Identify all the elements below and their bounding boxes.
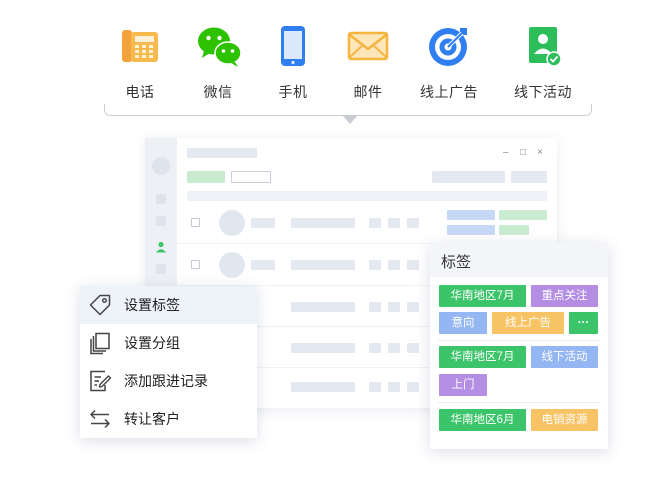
cell-tag-placeholder [447, 210, 495, 220]
tag-chip[interactable]: 意向 [439, 312, 487, 334]
menu-item-transfer-customer[interactable]: 转让客户 [80, 400, 257, 438]
toolbar-green-button[interactable] [187, 171, 225, 183]
sidebar-item[interactable] [156, 216, 166, 226]
cell-placeholder [388, 260, 400, 270]
channel-label: 线上广告 [420, 84, 478, 100]
context-menu: 设置标签 设置分组 添加跟进记录 转让客户 [80, 286, 257, 438]
sidebar-avatar[interactable] [152, 157, 170, 175]
tag-chip[interactable]: 华南地区6月 [439, 409, 526, 431]
close-button[interactable]: × [537, 147, 543, 158]
menu-item-set-group[interactable]: 设置分组 [80, 324, 257, 362]
cell-placeholder [291, 382, 355, 392]
cell-placeholder [388, 218, 400, 228]
cell-placeholder [369, 382, 381, 392]
channel-phone[interactable]: 电话 [95, 24, 185, 102]
cell-placeholder [407, 260, 419, 270]
tag-icon [88, 293, 112, 317]
tag-group-divider [438, 340, 600, 341]
stack-icon [88, 331, 112, 355]
channel-bracket-pointer [342, 115, 358, 124]
transfer-arrows-icon [88, 407, 112, 431]
cell-placeholder [388, 382, 400, 392]
cell-tag-placeholder [499, 225, 529, 235]
cell-placeholder [291, 260, 355, 270]
channel-row: 电话 微信 手机 邮件 线上广告 线下活动 [0, 0, 671, 124]
cell-placeholder [291, 343, 355, 353]
row-avatar [219, 210, 245, 236]
cell-placeholder [369, 343, 381, 353]
tags-panel-title: 标签 [441, 254, 472, 271]
cell-placeholder [407, 382, 419, 392]
cell-placeholder [388, 302, 400, 312]
sidebar-item[interactable] [156, 194, 166, 204]
cell-placeholder [407, 343, 419, 353]
toolbar-placeholder [511, 171, 547, 183]
sidebar-item[interactable] [156, 264, 166, 274]
toolbar-placeholder [432, 171, 505, 183]
cell-placeholder [388, 343, 400, 353]
window-title-placeholder [187, 148, 257, 158]
table-header [187, 191, 547, 201]
cell-placeholder [291, 302, 355, 312]
cell-placeholder [291, 218, 355, 228]
channel-offline-event[interactable]: 线下活动 [498, 24, 588, 102]
tag-chip[interactable]: 线上广告 [492, 312, 564, 334]
tag-group-divider [438, 402, 600, 403]
row-checkbox[interactable] [191, 218, 200, 227]
target-icon [427, 24, 471, 68]
contact-card-icon [521, 24, 565, 68]
channel-online-ads[interactable]: 线上广告 [404, 24, 494, 102]
toolbar-input[interactable] [231, 171, 271, 183]
menu-item-set-tag[interactable]: 设置标签 [80, 286, 257, 324]
cell-tag-placeholder [447, 225, 495, 235]
cell-placeholder [369, 218, 381, 228]
menu-item-label: 设置标签 [124, 297, 180, 313]
channel-label: 电话 [125, 84, 155, 100]
tags-panel-header: 标签 [430, 243, 608, 277]
menu-item-label: 添加跟进记录 [124, 373, 208, 389]
envelope-icon [346, 24, 390, 68]
mobile-phone-icon [271, 24, 315, 68]
tag-chip[interactable]: 华南地区7月 [439, 346, 526, 368]
tag-chip[interactable]: 华南地区7月 [439, 285, 526, 307]
cell-placeholder [251, 218, 275, 228]
maximize-button[interactable]: □ [520, 147, 526, 158]
tag-chip[interactable]: 重点关注 [531, 285, 598, 307]
tag-chip[interactable]: 线下活动 [531, 346, 598, 368]
cell-placeholder [407, 218, 419, 228]
customer-icon[interactable] [155, 240, 167, 253]
minimize-button[interactable]: – [503, 147, 509, 158]
cell-placeholder [369, 302, 381, 312]
channel-label: 线下活动 [514, 84, 572, 100]
row-checkbox[interactable] [191, 260, 200, 269]
tag-chip[interactable]: 电销资源 [531, 409, 598, 431]
menu-item-label: 设置分组 [124, 335, 180, 351]
cell-placeholder [407, 302, 419, 312]
channel-label: 邮件 [353, 84, 383, 100]
more-tags-button[interactable]: ··· [569, 312, 598, 334]
tag-chip[interactable]: 上门 [439, 374, 487, 396]
tags-panel: 标签 华南地区7月 重点关注 意向 线上广告 ··· 华南地区7月 线下活动 上… [430, 243, 608, 449]
menu-item-add-followup[interactable]: 添加跟进记录 [80, 362, 257, 400]
cell-placeholder [251, 260, 275, 270]
desk-phone-icon [118, 24, 162, 68]
cell-placeholder [369, 260, 381, 270]
edit-note-icon [88, 369, 112, 393]
channel-email[interactable]: 邮件 [323, 24, 413, 102]
menu-item-label: 转让客户 [124, 411, 180, 427]
wechat-icon [196, 24, 242, 68]
row-avatar [219, 252, 245, 278]
cell-tag-placeholder [499, 210, 547, 220]
